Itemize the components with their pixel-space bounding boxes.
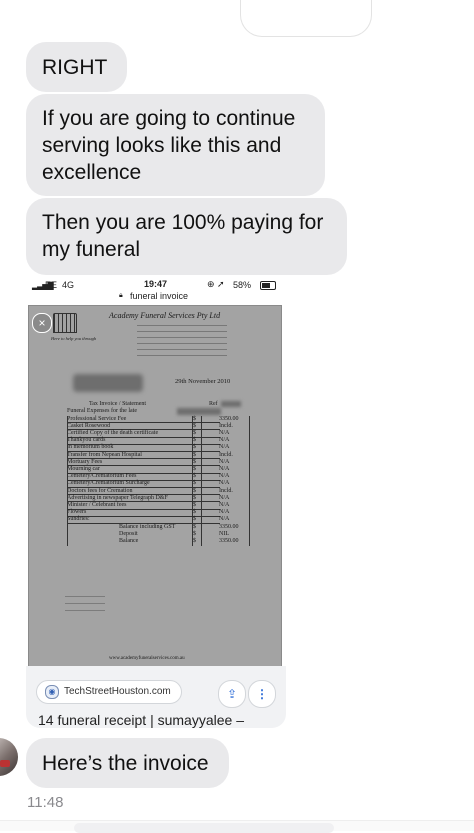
invoice-row-label: Thankyou cards — [67, 437, 106, 444]
invoice-scan-image: × Here to help you through Academy Funer… — [28, 305, 282, 667]
invoice-row-amount: 3350.00 — [219, 537, 239, 544]
avatar[interactable] — [0, 738, 18, 776]
invoice-row-currency: $ — [193, 458, 196, 465]
battery-icon — [260, 281, 276, 290]
invoice-table-gridline — [67, 416, 68, 546]
source-label: TechStreetHouston.com — [64, 686, 171, 697]
invoice-row-currency: $ — [193, 444, 196, 451]
invoice-row-amount: 3350.00 — [219, 523, 239, 530]
message-timestamp: 11:48 — [27, 794, 64, 811]
invoice-row-label: Certified Copy of the death certificate — [67, 429, 159, 436]
more-icon[interactable]: ⋮ — [248, 680, 276, 708]
lock-icon: 🔒︎ — [119, 292, 123, 299]
phone-status-bar: ▂▃▅▇ EE 4G 19:47 ⊕ ➚ 58% 🔒︎ funeral invo… — [26, 276, 286, 304]
invoice-row-currency: $ — [193, 501, 196, 508]
invoice-row-amount: Incld. — [219, 451, 233, 458]
invoice-row-amount: N/A — [219, 501, 230, 508]
invoice-row-amount: N/A — [219, 458, 230, 465]
battery-percent: 58% — [233, 280, 252, 290]
message-bubble-right[interactable]: RIGHT — [26, 42, 127, 92]
message-text: If you are going to continue serving loo… — [42, 107, 296, 184]
invoice-row-amount: N/A — [219, 509, 230, 516]
invoice-row-label: Balance — [119, 537, 139, 544]
message-text: Then you are 100% paying for my funeral — [42, 211, 324, 261]
invoice-row-currency: $ — [193, 509, 196, 516]
invoice-row-label: Minister / Celebrant fees — [67, 501, 127, 508]
invoice-table-gridline — [249, 416, 250, 546]
invoice-row-label: In memorium book — [67, 444, 114, 451]
network-label: 4G — [62, 280, 75, 290]
invoice-row-label: Advertising in newspaper Telegraph D&F — [67, 494, 168, 501]
invoice-row-currency: $ — [193, 437, 196, 444]
invoice-row-currency: $ — [193, 537, 196, 544]
source-chip[interactable]: ◉ TechStreetHouston.com — [36, 680, 182, 704]
invoice-row-amount: 3350.00 — [219, 415, 239, 422]
invoice-row-currency: $ — [193, 480, 196, 487]
bank-details-block — [65, 592, 105, 614]
invoice-row-currency: $ — [193, 494, 196, 501]
message-bubble-funeral[interactable]: Then you are 100% paying for my funeral — [26, 198, 347, 275]
invoice-row-amount: N/A — [219, 429, 230, 436]
invoice-row-amount: N/A — [219, 494, 230, 501]
invoice-row-label: Mourning car — [67, 465, 100, 472]
invoice-footer-url: www.academyfuneralservices.com.au — [109, 656, 185, 661]
phone-time: 19:47 — [144, 279, 168, 289]
search-text: funeral invoice — [130, 291, 189, 301]
link-caption: 14 funeral receipt | sumayyalee – — [38, 712, 244, 728]
previous-message-bubble — [240, 0, 372, 37]
invoice-row-currency: $ — [193, 473, 196, 480]
composer-edge — [0, 820, 474, 833]
invoice-row-amount: NIL — [219, 530, 229, 537]
message-bubble-serving[interactable]: If you are going to continue serving loo… — [26, 94, 325, 196]
invoice-row-label: Transfer from Nepean Hospital — [67, 451, 142, 458]
invoice-table-gridline — [201, 416, 202, 546]
invoice-row-amount: N/A — [219, 480, 230, 487]
invoice-row-label: Professional Service Fee — [67, 415, 127, 422]
invoice-row-currency: $ — [193, 516, 196, 523]
carrier-label: EE — [45, 280, 58, 290]
invoice-table-gridline — [192, 416, 193, 546]
globe-icon: ◉ — [45, 685, 59, 699]
invoice-row-currency: $ — [193, 451, 196, 458]
invoice-row-label: Mortuary Fees — [67, 458, 103, 465]
invoice-row-currency: $ — [193, 429, 196, 436]
invoice-row-currency: $ — [193, 465, 196, 472]
invoice-row-currency: $ — [193, 487, 196, 494]
invoice-row-amount: N/A — [219, 444, 230, 451]
invoice-row — [67, 538, 220, 545]
invoice-row-amount: Incld. — [219, 487, 233, 494]
invoice-row-amount: N/A — [219, 437, 230, 444]
invoice-row-label: Balance including GST — [119, 523, 176, 530]
invoice-row-label: Cemetery/Crematorium Fees — [67, 473, 137, 480]
invoice-row-amount: Incld. — [219, 422, 233, 429]
invoice-row-currency: $ — [193, 422, 196, 429]
invoice-row-label: Sundries: — [67, 516, 90, 523]
invoice-row-label: Deposit — [119, 530, 138, 537]
invoice-row-currency: $ — [193, 415, 196, 422]
invoice-row-label: Casket Rosewood — [67, 422, 111, 429]
share-icon[interactable]: ⇪ — [218, 680, 246, 708]
invoice-row-currency: $ — [193, 530, 196, 537]
invoice-row-amount: N/A — [219, 465, 230, 472]
message-text: Here’s the invoice — [42, 752, 209, 775]
invoice-row-amount: N/A — [219, 516, 230, 523]
invoice-row — [67, 531, 220, 538]
location-icon: ⊕ ➚ — [207, 279, 225, 289]
message-bubble-invoice[interactable]: Here’s the invoice — [26, 738, 229, 788]
invoice-row-label: Cemetery/Crematorium Surcharge — [67, 480, 150, 487]
invoice-row-label: Doctors fees for Cremation — [67, 487, 133, 494]
invoice-row-label: Flowers — [67, 509, 87, 516]
message-text: RIGHT — [42, 56, 108, 79]
invoice-row-currency: $ — [193, 523, 196, 530]
invoice-row-amount: N/A — [219, 473, 230, 480]
